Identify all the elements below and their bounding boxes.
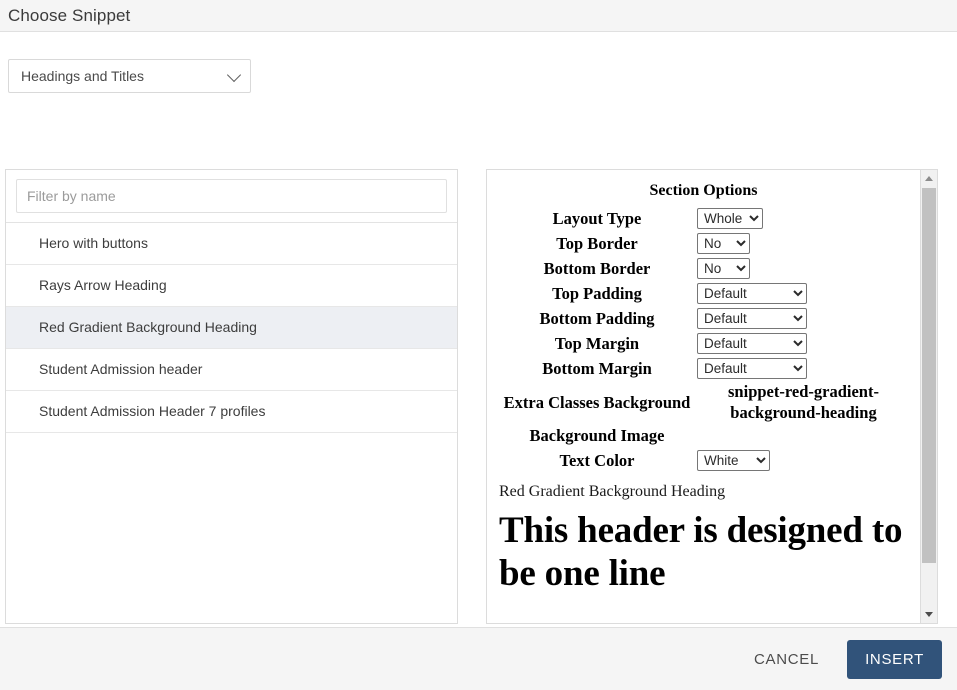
option-value: Default (697, 281, 910, 306)
section-options-table: Layout Type Whole Top Border (497, 206, 910, 473)
scroll-up-arrow-icon[interactable] (921, 170, 937, 187)
option-row-top-padding: Top Padding Default (497, 281, 910, 306)
option-row-text-color: Text Color White (497, 448, 910, 473)
option-value: Default (697, 306, 910, 331)
filter-row (6, 170, 457, 223)
dialog-title: Choose Snippet (8, 6, 130, 26)
snippet-list-panel: Hero with buttons Rays Arrow Heading Red… (5, 169, 458, 624)
preview-kicker-text: Red Gradient Background Heading (499, 481, 908, 503)
option-row-bottom-border: Bottom Border No (497, 256, 910, 281)
scroll-down-arrow-icon[interactable] (921, 606, 937, 623)
option-label: Bottom Padding (497, 306, 697, 331)
bottom-border-select[interactable]: No (697, 258, 750, 279)
dialog-body: Headings and Titles Hero with buttons Ra… (0, 32, 957, 626)
option-value (697, 423, 910, 448)
cancel-button[interactable]: CANCEL (740, 641, 833, 678)
snippet-category-select[interactable]: Headings and Titles (8, 59, 251, 93)
snippet-options-panel: Section Options Layout Type Whole (486, 169, 938, 624)
option-value: Default (697, 331, 910, 356)
panes-container: Hero with buttons Rays Arrow Heading Red… (0, 169, 957, 627)
dialog-footer: CANCEL INSERT (0, 627, 957, 690)
option-row-top-border: Top Border No (497, 231, 910, 256)
preview-heading-text: This header is designed to be one line (499, 509, 908, 595)
layout-type-select[interactable]: Whole (697, 208, 763, 229)
text-color-select[interactable]: White (697, 450, 770, 471)
options-panel-scrollbar[interactable] (920, 170, 937, 623)
option-value: Default (697, 356, 910, 381)
snippet-list: Hero with buttons Rays Arrow Heading Red… (6, 223, 457, 433)
option-row-top-margin: Top Margin Default (497, 331, 910, 356)
option-label: Top Border (497, 231, 697, 256)
option-label: Text Color (497, 448, 697, 473)
bottom-margin-select[interactable]: Default (697, 358, 807, 379)
snippet-options-scroll-content: Section Options Layout Type Whole (487, 170, 920, 623)
list-item[interactable]: Rays Arrow Heading (6, 265, 457, 307)
snippet-preview: Red Gradient Background Heading This hea… (497, 473, 910, 595)
list-item[interactable]: Hero with buttons (6, 223, 457, 265)
top-padding-select[interactable]: Default (697, 283, 807, 304)
list-item[interactable]: Student Admission header (6, 349, 457, 391)
extra-classes-value: snippet-red-gradient-background-heading (697, 381, 910, 423)
category-row: Headings and Titles (0, 32, 957, 93)
top-border-select[interactable]: No (697, 233, 750, 254)
option-label: Layout Type (497, 206, 697, 231)
option-value: snippet-red-gradient-background-heading (697, 381, 910, 423)
option-row-bottom-margin: Bottom Margin Default (497, 356, 910, 381)
option-value: No (697, 231, 910, 256)
scrollbar-thumb[interactable] (922, 188, 936, 563)
dialog-header: Choose Snippet (0, 0, 957, 32)
option-value: White (697, 448, 910, 473)
option-label: Bottom Margin (497, 356, 697, 381)
filter-by-name-input[interactable] (16, 179, 447, 213)
option-label: Background Image (497, 423, 697, 448)
option-row-layout-type: Layout Type Whole (497, 206, 910, 231)
category-select-wrapper: Headings and Titles (8, 59, 251, 93)
option-label: Top Margin (497, 331, 697, 356)
option-value: No (697, 256, 910, 281)
option-value: Whole (697, 206, 910, 231)
bottom-padding-select[interactable]: Default (697, 308, 807, 329)
option-label: Top Padding (497, 281, 697, 306)
option-label: Extra Classes Background (497, 381, 697, 423)
option-row-extra-classes: Extra Classes Background snippet-red-gra… (497, 381, 910, 423)
top-margin-select[interactable]: Default (697, 333, 807, 354)
option-row-background-image: Background Image (497, 423, 910, 448)
section-options-title: Section Options (497, 182, 910, 200)
option-label: Bottom Border (497, 256, 697, 281)
list-item[interactable]: Student Admission Header 7 profiles (6, 391, 457, 433)
list-item[interactable]: Red Gradient Background Heading (6, 307, 457, 349)
insert-button[interactable]: INSERT (847, 640, 942, 679)
option-row-bottom-padding: Bottom Padding Default (497, 306, 910, 331)
